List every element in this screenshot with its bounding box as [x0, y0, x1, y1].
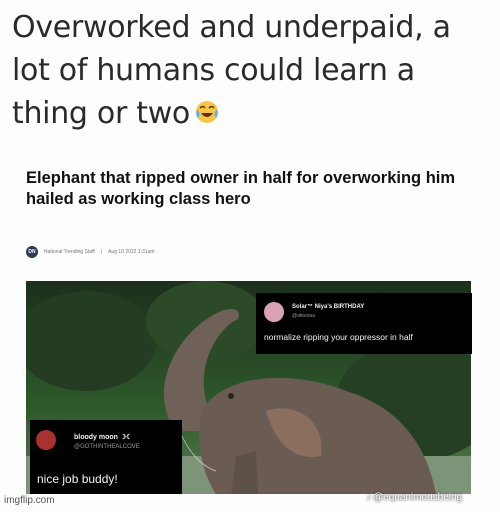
tiktok-watermark: ♪ @equanimousbeing [366, 492, 462, 503]
avatar [36, 430, 56, 450]
byline-date: Aug 10 2022 1:31am [108, 249, 155, 255]
caption-text: Overworked and underpaid, a lot of human… [12, 10, 451, 131]
meme-caption: Overworked and underpaid, a lot of human… [12, 6, 482, 135]
tiktok-icon: ♪ [366, 492, 371, 503]
publisher-logo: DN [26, 246, 38, 258]
imgflip-watermark: imgflip.com [4, 495, 55, 506]
byline-separator: | [100, 249, 103, 255]
tweet-author-handle: @GOTHINTHEALCOVE [74, 444, 140, 450]
tweet-author-name: bloody moon ☽☾ [74, 434, 133, 441]
tweet-card-nice-job: bloody moon ☽☾ @GOTHINTHEALCOVE nice job… [30, 420, 182, 494]
tears-of-joy-emoji-icon [194, 94, 220, 123]
article-headline: Elephant that ripped owner in half for o… [26, 169, 456, 208]
tweet-author-name: Solar™ Niya's BIRTHDAY [292, 304, 365, 310]
byline-author: National Trending Staff [44, 249, 95, 255]
avatar [264, 302, 284, 322]
tweet-card-oppressor: Solar™ Niya's BIRTHDAY @afeezaa normaliz… [256, 293, 472, 354]
article-byline: DN National Trending Staff | Aug 10 2022… [26, 245, 155, 259]
tweet-author-handle: @afeezaa [292, 313, 315, 319]
tiktok-handle: @equanimousbeing [373, 492, 463, 503]
tweet-message: normalize ripping your oppressor in half [264, 332, 413, 342]
tweet-message: nice job buddy! [37, 472, 118, 486]
